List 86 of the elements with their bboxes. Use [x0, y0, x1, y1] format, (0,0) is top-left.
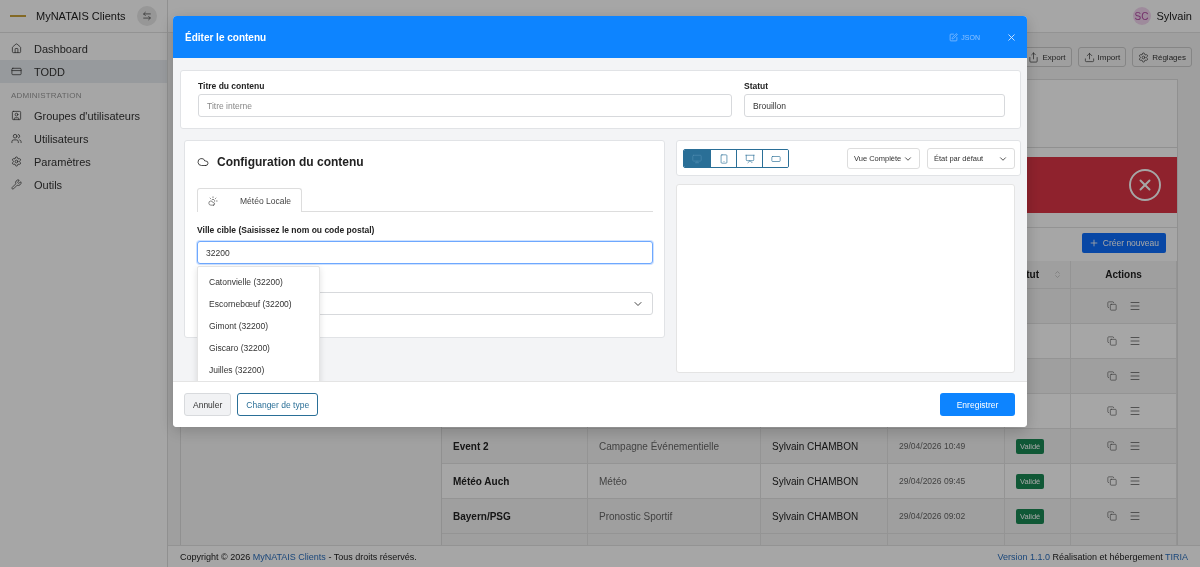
tab[interactable]: Météo Locale — [197, 188, 303, 212]
sidebar-item[interactable]: Utilisateurs — [0, 127, 167, 150]
copy-icon[interactable] — [1106, 336, 1117, 346]
menu-icon[interactable] — [1128, 510, 1141, 522]
device-button[interactable] — [762, 150, 788, 167]
table-cell: 29/04/2026 10:49 — [888, 429, 1005, 464]
suggestion-item[interactable]: Juilles (32200) — [198, 359, 319, 381]
user-name: Sylvain — [1156, 10, 1192, 22]
sort-icon — [1053, 270, 1062, 279]
dialog-title: Éditer le contenu — [185, 31, 268, 43]
settings-icon — [11, 156, 22, 167]
table-cell: Météo — [588, 464, 761, 499]
suggestion-item[interactable]: Escornebœuf (32200) — [198, 293, 319, 315]
field-label: Statut — [744, 81, 770, 91]
table-cell: 29/04/2026 09:45 — [888, 464, 1005, 499]
user-card-icon — [11, 110, 22, 121]
home-icon — [11, 43, 22, 54]
column-header: Actions — [1071, 261, 1177, 289]
table-cell: Sylvain CHAMBON — [761, 499, 888, 534]
credit-link[interactable]: TIRIA — [1165, 551, 1188, 562]
sidebar-item[interactable]: Outils — [0, 173, 167, 196]
table-cell: Sylvain CHAMBON — [761, 464, 888, 499]
users-icon — [11, 133, 22, 144]
wrench-icon — [11, 179, 22, 190]
close-circle-icon — [1127, 167, 1163, 203]
suggestion-item[interactable]: Gimont (32200) — [198, 315, 319, 337]
tablet-icon — [770, 153, 781, 164]
logo-icon — [10, 14, 26, 18]
sidebar-item[interactable]: TODD — [0, 60, 167, 83]
sidebar-toggle[interactable] — [137, 6, 157, 26]
copy-icon[interactable] — [1106, 511, 1117, 521]
credit-text: Version 1.1.0 Réalisation et hébergement TIRIA — [997, 551, 1188, 562]
copy-icon[interactable] — [1106, 406, 1117, 416]
menu-icon[interactable] — [1128, 335, 1141, 347]
cloud-icon — [197, 156, 209, 168]
phone-icon — [718, 153, 729, 164]
version-link[interactable]: Version 1.1.0 — [997, 551, 1051, 562]
field-label: Titre du contenu — [198, 81, 266, 91]
menu-icon[interactable] — [1128, 300, 1141, 312]
save-button[interactable]: Enregistrer — [940, 393, 1015, 416]
table-cell: Météo Auch — [442, 464, 588, 499]
suggestion-item[interactable]: Catonvielle (32200) — [198, 271, 319, 293]
plus-icon — [1088, 238, 1099, 248]
copy-icon[interactable] — [1106, 441, 1117, 451]
status-field[interactable]: Brouillon — [744, 94, 1005, 117]
copyright-text: Copyright © 2026 MyNATAIS Clients - Tous droits réservés. — [180, 551, 417, 562]
settings-icon — [1138, 51, 1150, 63]
table-cell: Bayern/PSG — [442, 499, 588, 534]
field-label: Ville cible (Saisissez le nom ou code postal) — [197, 225, 376, 235]
menu-icon[interactable] — [1128, 475, 1141, 487]
table-cell: Event 2 — [442, 429, 588, 464]
cloud-sun-icon — [208, 195, 218, 206]
presentation-icon — [744, 153, 755, 164]
sidebar-item[interactable]: Groupes d'utilisateurs — [0, 104, 167, 127]
menu-icon[interactable] — [1128, 440, 1141, 452]
section-heading: ADMINISTRATION — [10, 90, 83, 102]
toolbar-button[interactable]: Réglages — [1132, 47, 1192, 67]
sidebar-item[interactable]: Paramètres — [0, 150, 167, 173]
copy-icon[interactable] — [1106, 301, 1117, 311]
toolbar-button[interactable]: Import — [1077, 47, 1127, 67]
menu-icon[interactable] — [1128, 405, 1141, 417]
change-type-button[interactable]: Changer de type — [237, 393, 319, 416]
copy-icon[interactable] — [1106, 371, 1117, 381]
brand-name: MyNATAIS Clients — [36, 10, 127, 22]
close-icon — [1006, 31, 1017, 43]
create-button[interactable]: Créer nouveau — [1081, 233, 1166, 253]
copy-icon[interactable] — [1106, 476, 1117, 486]
cancel-button[interactable]: Annuler — [184, 393, 232, 416]
table-cell: Campagne Événementielle — [588, 429, 761, 464]
card-icon — [11, 66, 22, 77]
brand-link[interactable]: MyNATAIS Clients — [252, 551, 326, 562]
arrows-icon — [142, 11, 152, 21]
table-cell: 29/04/2026 09:02 — [888, 499, 1005, 534]
title-field[interactable]: Titre interne — [198, 94, 732, 117]
suggestion-item[interactable]: Giscaro (32200) — [198, 337, 319, 359]
table-cell: Pronostic Sportif — [588, 499, 761, 534]
monitor-icon — [692, 153, 702, 164]
city-field[interactable]: 32200 — [197, 241, 653, 264]
sidebar-item[interactable]: Dashboard — [0, 37, 167, 60]
section-title: Configuration du contenu — [217, 155, 364, 169]
table-cell: Sylvain CHAMBON — [761, 429, 888, 464]
share-icon — [1028, 51, 1040, 63]
close-button[interactable] — [1006, 31, 1017, 43]
upload-icon — [1083, 51, 1095, 63]
menu-icon[interactable] — [1128, 370, 1141, 382]
edit-icon — [949, 32, 959, 42]
